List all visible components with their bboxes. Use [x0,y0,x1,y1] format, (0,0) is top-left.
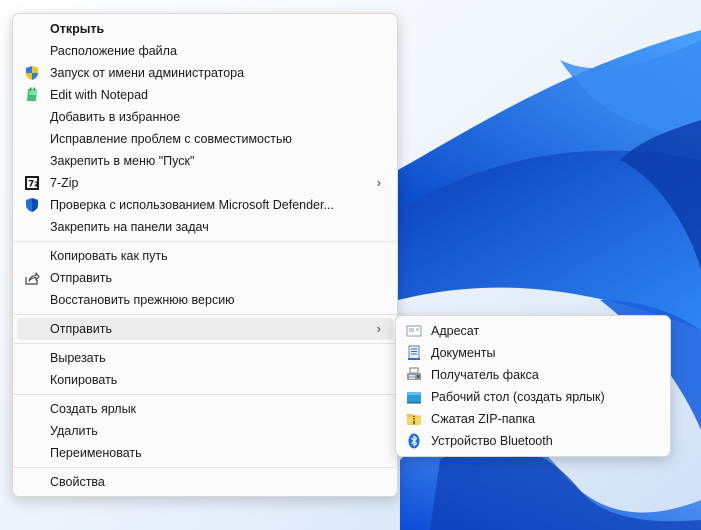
context-menu: Открыть Расположение файла Запуск от име… [12,13,398,497]
menu-item-delete[interactable]: Удалить [17,420,393,442]
menu-item-label: Восстановить прежнюю версию [50,293,235,307]
menu-item-edit-notepad[interactable]: Edit with Notepad [17,84,393,106]
menu-separator [13,241,397,242]
menu-item-pin-taskbar[interactable]: Закрепить на панели задач [17,216,393,238]
menu-item-label: Расположение файла [50,44,177,58]
menu-item-send-to[interactable]: Отправить › [17,318,393,340]
menu-item-label: Отправить [50,322,112,336]
submenu-item-label: Получатель факса [431,368,539,382]
menu-separator [13,394,397,395]
menu-item-run-as-admin[interactable]: Запуск от имени администратора [17,62,393,84]
menu-item-label: 7-Zip [50,176,79,190]
submenu-item-fax-recipient[interactable]: Получатель факса [400,364,666,386]
menu-item-open[interactable]: Открыть [17,18,393,40]
desktop-icon [407,392,421,404]
menu-item-7zip[interactable]: 7z 7-Zip › [17,172,393,194]
menu-separator [13,467,397,468]
menu-item-label: Отправить [50,271,112,285]
menu-item-label: Добавить в избранное [50,110,181,124]
submenu-item-label: Документы [431,346,496,360]
svg-text:7z: 7z [28,180,40,190]
menu-item-label: Переименовать [50,446,142,460]
menu-item-label: Свойства [50,475,105,489]
menu-item-share[interactable]: Отправить [17,267,393,289]
menu-item-label: Проверка с использованием Microsoft Defe… [50,198,334,212]
menu-item-label: Копировать [50,373,118,387]
menu-item-label: Создать ярлык [50,402,137,416]
menu-item-copy-as-path[interactable]: Копировать как путь [17,245,393,267]
submenu-item-label: Сжатая ZIP-папка [431,412,535,426]
menu-item-create-shortcut[interactable]: Создать ярлык [17,398,393,420]
submenu-item-label: Рабочий стол (создать ярлык) [431,390,605,404]
notepad-icon [27,87,37,101]
zip-folder-icon [407,414,421,425]
submenu-item-bluetooth[interactable]: Устройство Bluetooth [400,430,666,452]
menu-item-defender-scan[interactable]: Проверка с использованием Microsoft Defe… [17,194,393,216]
submenu-item-mail-recipient[interactable]: Адресат [400,320,666,342]
menu-item-label: Закрепить на панели задач [50,220,209,234]
menu-item-file-location[interactable]: Расположение файла [17,40,393,62]
chevron-right-icon: › [376,321,381,336]
menu-item-properties[interactable]: Свойства [17,471,393,493]
fax-icon [407,367,421,380]
menu-item-copy[interactable]: Копировать [17,369,393,391]
menu-item-label: Открыть [50,22,105,36]
menu-item-cut[interactable]: Вырезать [17,347,393,369]
7zip-icon: 7z [25,176,40,190]
defender-icon [26,198,38,212]
menu-item-label: Закрепить в меню "Пуск" [50,154,195,168]
menu-item-pin-start[interactable]: Закрепить в меню "Пуск" [17,150,393,172]
send-to-submenu: Адресат Документы Получатель факса Рабоч… [395,315,671,457]
menu-item-rename[interactable]: Переименовать [17,442,393,464]
menu-separator [13,343,397,344]
menu-item-label: Вырезать [50,351,106,365]
chevron-right-icon: › [376,175,381,190]
submenu-item-zip-folder[interactable]: Сжатая ZIP-папка [400,408,666,430]
uac-shield-icon [26,66,38,80]
menu-item-label: Запуск от имени администратора [50,66,245,80]
submenu-item-desktop-shortcut[interactable]: Рабочий стол (создать ярлык) [400,386,666,408]
menu-item-label: Исправление проблем с совместимостью [50,132,292,146]
menu-item-restore-previous[interactable]: Восстановить прежнюю версию [17,289,393,311]
menu-item-label: Копировать как путь [50,249,168,263]
submenu-item-documents[interactable]: Документы [400,342,666,364]
menu-separator [13,314,397,315]
documents-icon [408,345,420,360]
menu-item-label: Edit with Notepad [50,88,148,102]
submenu-item-label: Устройство Bluetooth [431,434,553,448]
bluetooth-icon [408,433,420,449]
submenu-item-label: Адресат [431,324,480,338]
menu-item-troubleshoot-compat[interactable]: Исправление проблем с совместимостью [17,128,393,150]
menu-item-add-favorites[interactable]: Добавить в избранное [17,106,393,128]
share-icon [25,272,40,285]
menu-item-label: Удалить [50,424,98,438]
mail-recipient-icon [406,325,422,337]
